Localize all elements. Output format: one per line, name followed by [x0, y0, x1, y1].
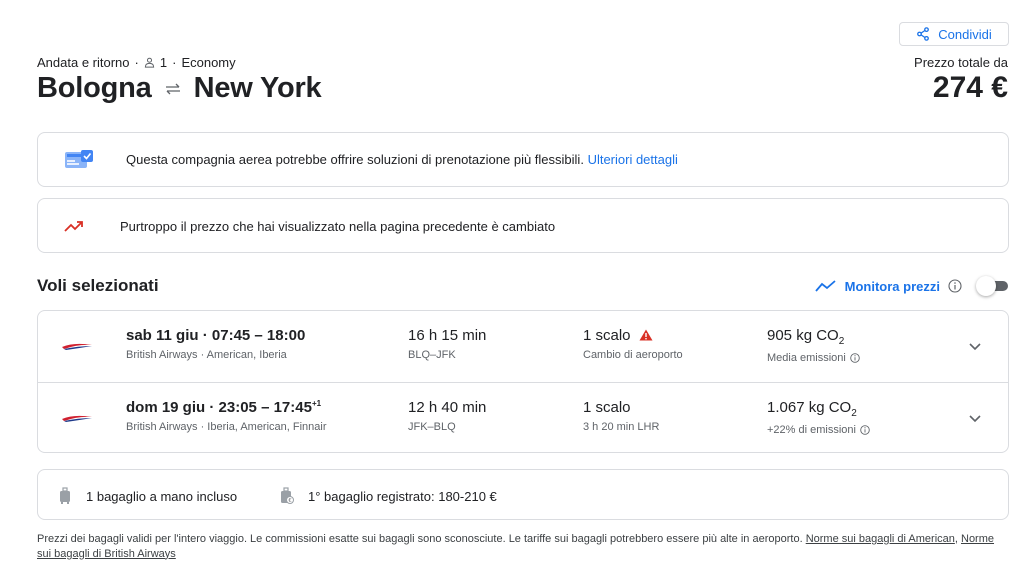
flight-stops: 1 scalo: [583, 399, 631, 416]
flight-route: BLQ–JFK: [408, 349, 456, 361]
flights-list: sab 11 giu · 07:45 – 18:00 British Airwa…: [37, 310, 1009, 453]
warning-icon: [639, 329, 653, 341]
track-prices-toggle[interactable]: [976, 276, 1008, 296]
emissions-note: +22% di emissioni: [767, 424, 856, 436]
carry-on-text: 1 bagaglio a mano incluso: [86, 488, 238, 504]
total-price-label: Prezzo totale da: [914, 55, 1008, 70]
svg-text:€: €: [288, 498, 291, 504]
total-price: 274 €: [932, 71, 1008, 104]
stop-detail: 3 h 20 min LHR: [583, 421, 660, 433]
flight-duration: 16 h 15 min: [408, 327, 487, 344]
flight-datetime: sab 11 giu · 07:45 – 18:00: [126, 327, 306, 344]
info-icon[interactable]: [860, 425, 870, 435]
meta-separator: ·: [172, 55, 177, 70]
swap-arrows-icon: [165, 83, 180, 94]
emissions-note: Media emissioni: [767, 352, 846, 364]
british-airways-logo-icon: [62, 415, 92, 422]
destination-city: New York: [193, 72, 322, 104]
share-icon: [917, 27, 930, 41]
booking-notice-text: Questa compagnia aerea potrebbe offrire …: [126, 152, 678, 167]
flight-row-return[interactable]: dom 19 giu · 23:05 – 17:45+1 British Air…: [38, 382, 1008, 453]
route-title: Bologna New York: [37, 72, 322, 105]
selected-flights-title: Voli selezionati: [37, 276, 159, 295]
carry-on-bag: 1 bagaglio a mano incluso: [58, 487, 237, 505]
price-trend-icon: [814, 280, 836, 292]
flight-route: JFK–BLQ: [408, 421, 456, 433]
carry-on-bag-icon: [60, 487, 70, 504]
trending-up-icon: [64, 221, 83, 232]
price-changed-text: Purtroppo il prezzo che hai visualizzato…: [120, 219, 556, 234]
share-button[interactable]: Condividi: [899, 22, 1009, 46]
booking-ticket-icon: [65, 150, 93, 168]
price-tracking: Monitora prezzi: [814, 276, 1008, 296]
stop-detail: Cambio di aeroporto: [583, 349, 683, 361]
flight-duration: 12 h 40 min: [408, 399, 487, 416]
info-icon[interactable]: [948, 279, 962, 293]
american-baggage-policy-link[interactable]: Norme sui bagagli di American: [806, 533, 955, 545]
flight-airlines: British Airways · American, Iberia: [126, 349, 287, 361]
cabin-class: Economy: [181, 55, 236, 70]
more-details-link[interactable]: Ulteriori dettagli: [588, 152, 678, 167]
price-changed-notice: Purtroppo il prezzo che hai visualizzato…: [37, 198, 1009, 253]
baggage-info: 1 bagaglio a mano incluso € 1° bagaglio …: [37, 469, 1009, 520]
co2-emissions: 905 kg CO2: [767, 327, 845, 347]
info-icon[interactable]: [850, 353, 860, 363]
flight-datetime: dom 19 giu · 23:05 – 17:45+1: [126, 399, 322, 416]
baggage-footnote: Prezzi dei bagagli validi per l'intero v…: [37, 533, 995, 560]
checked-bag: € 1° bagaglio registrato: 180-210 €: [280, 487, 497, 505]
origin-city: Bologna: [37, 72, 152, 104]
trip-meta: Andata e ritorno · 1 · Economy: [37, 55, 236, 70]
co2-emissions: 1.067 kg CO2: [767, 399, 857, 419]
track-prices-label[interactable]: Monitora prezzi: [845, 279, 940, 294]
checked-bag-text: 1° bagaglio registrato: 180-210 €: [308, 488, 497, 504]
chevron-down-icon[interactable]: [968, 411, 982, 425]
passenger-count: 1: [159, 55, 168, 70]
checked-bag-icon: €: [281, 487, 294, 504]
flight-stops: 1 scalo: [583, 327, 683, 344]
chevron-down-icon[interactable]: [968, 339, 982, 353]
british-airways-logo-icon: [62, 343, 92, 350]
booking-options-notice: Questa compagnia aerea potrebbe offrire …: [37, 132, 1009, 187]
meta-separator: ·: [134, 55, 139, 70]
flight-row-outbound[interactable]: sab 11 giu · 07:45 – 18:00 British Airwa…: [38, 311, 1008, 382]
share-label: Condividi: [938, 26, 992, 42]
person-icon: [144, 57, 154, 68]
flight-airlines: British Airways · Iberia, American, Finn…: [126, 421, 327, 433]
trip-type: Andata e ritorno: [37, 55, 130, 70]
